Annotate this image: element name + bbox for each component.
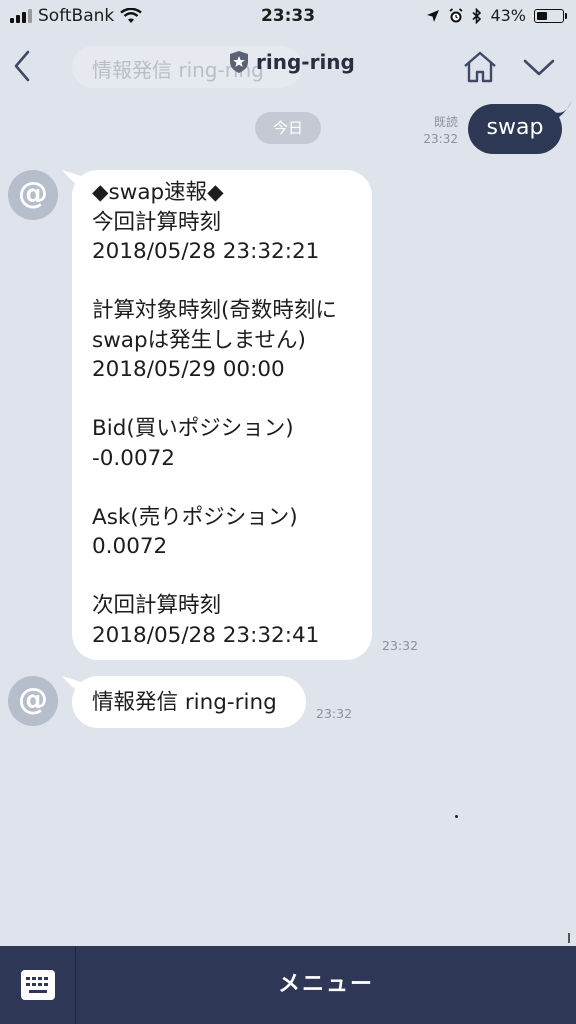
keyboard-toggle-button[interactable] [0, 946, 76, 1024]
menu-button[interactable]: メニュー [76, 946, 576, 1024]
chat-title: ring-ring [256, 50, 355, 74]
status-right: 43% [426, 6, 567, 25]
chat-header: 情報発信 ring-ring ring-ring [0, 34, 576, 98]
at-icon: @ [18, 176, 48, 211]
status-bar: SoftBank 23:33 43% [0, 0, 576, 32]
message-text: 情報発信 ring-ring [92, 690, 277, 715]
message-text: ◆swap速報◆ 今回計算時刻 2018/05/28 23:32:21 計算対象… [92, 180, 337, 648]
chat-title-group[interactable]: ring-ring [228, 50, 355, 74]
bottom-bar: メニュー [0, 946, 576, 1024]
battery-percent: 43% [490, 6, 526, 25]
bluetooth-icon [472, 7, 482, 24]
sent-meta: 既読 23:32 [423, 114, 458, 148]
at-icon: @ [18, 682, 48, 717]
back-icon[interactable] [10, 48, 34, 84]
battery-icon [534, 8, 567, 23]
sent-message-bubble[interactable]: swap [468, 104, 562, 154]
date-separator: 今日 [255, 112, 321, 144]
home-icon[interactable] [462, 50, 498, 84]
read-receipt: 既読 [433, 115, 458, 129]
message-time: 23:32 [382, 638, 419, 653]
official-shield-icon [230, 51, 248, 73]
avatar[interactable]: @ [8, 170, 58, 220]
alarm-icon [449, 7, 463, 22]
message-time: 23:32 [316, 706, 353, 721]
chevron-down-icon[interactable] [522, 56, 556, 78]
received-message-bubble[interactable]: ◆swap速報◆ 今回計算時刻 2018/05/28 23:32:21 計算対象… [72, 170, 372, 660]
sent-time: 23:32 [423, 132, 458, 146]
speck [455, 815, 458, 818]
received-message-bubble[interactable]: 情報発信 ring-ring [72, 676, 306, 728]
location-icon [427, 9, 440, 22]
scroll-indicator[interactable] [568, 933, 570, 943]
keyboard-icon [21, 970, 55, 1000]
avatar[interactable]: @ [8, 676, 58, 726]
